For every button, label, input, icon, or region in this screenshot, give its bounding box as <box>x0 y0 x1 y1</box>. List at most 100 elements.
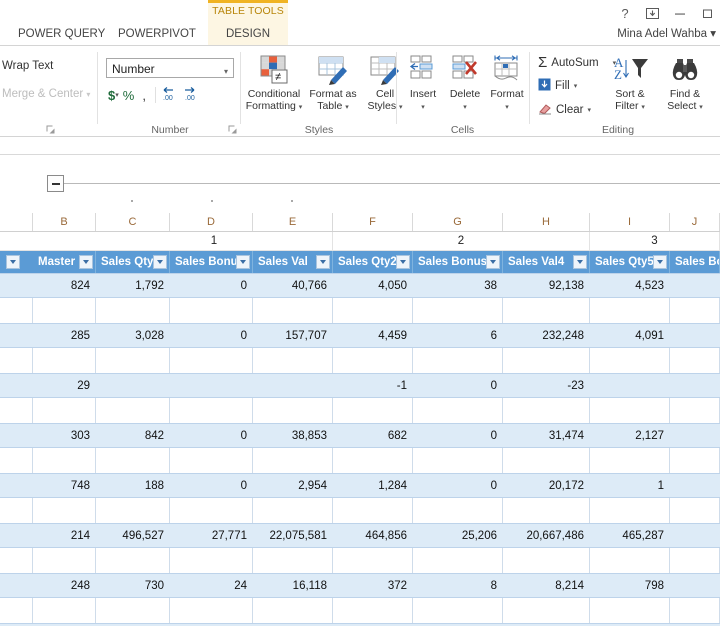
fill-button[interactable]: Fill ▾ <box>538 78 577 94</box>
table-cell[interactable] <box>503 448 590 473</box>
table-cell[interactable] <box>670 474 720 499</box>
table-cell[interactable]: 6 <box>413 324 503 349</box>
column-header-b[interactable]: B <box>33 213 96 231</box>
table-cell[interactable] <box>96 298 170 323</box>
merge-center-button[interactable]: Merge & Center ▾ <box>2 88 90 100</box>
table-cell[interactable]: 0 <box>170 274 253 299</box>
column-header-d[interactable]: D <box>170 213 253 231</box>
table-cell[interactable]: 0 <box>413 474 503 499</box>
table-row[interactable]: 748 188 0 2,954 1,284 0 20,172 1 <box>0 473 720 498</box>
table-cell[interactable] <box>413 598 503 623</box>
table-cell[interactable] <box>333 498 413 523</box>
table-cell[interactable] <box>670 598 720 623</box>
table-cell[interactable]: 248 <box>33 574 96 599</box>
table-cell[interactable] <box>670 548 720 573</box>
table-cell[interactable] <box>96 548 170 573</box>
table-cell[interactable] <box>590 598 670 623</box>
find-select-button[interactable]: Find & Select ▾ <box>658 50 712 114</box>
table-cell[interactable] <box>413 548 503 573</box>
table-cell[interactable]: 464,856 <box>333 524 413 549</box>
table-cell[interactable]: -1 <box>333 374 413 399</box>
comma-style-button[interactable]: , <box>138 88 150 103</box>
table-cell[interactable] <box>670 324 720 349</box>
table-row[interactable] <box>0 598 720 623</box>
table-cell[interactable]: 824 <box>33 274 96 299</box>
table-row[interactable]: 248 730 24 16,118 372 8 8,214 798 <box>0 573 720 598</box>
table-cell[interactable] <box>670 374 720 399</box>
clear-button[interactable]: Clear ▾ <box>538 102 591 118</box>
table-cell[interactable]: 798 <box>590 574 670 599</box>
table-cell[interactable]: 4,091 <box>590 324 670 349</box>
table-cell[interactable] <box>170 598 253 623</box>
currency-button[interactable]: $ <box>108 88 115 103</box>
table-cell[interactable]: 1,792 <box>96 274 170 299</box>
percent-style-button[interactable]: % <box>119 88 139 103</box>
table-row[interactable] <box>0 298 720 323</box>
table-cell[interactable]: 2,127 <box>590 424 670 449</box>
table-cell[interactable] <box>590 348 670 373</box>
table-cell[interactable]: 24 <box>170 574 253 599</box>
table-cell[interactable] <box>170 298 253 323</box>
table-cell[interactable]: 40,766 <box>253 274 333 299</box>
increase-decimal-icon[interactable]: .00 <box>161 86 183 104</box>
table-cell[interactable] <box>33 298 96 323</box>
table-row[interactable]: 824 1,792 0 40,766 4,050 38 92,138 4,523 <box>0 273 720 298</box>
table-cell[interactable] <box>590 298 670 323</box>
table-cell[interactable]: 27,771 <box>170 524 253 549</box>
column-header-h[interactable]: H <box>503 213 590 231</box>
table-cell[interactable]: 285 <box>33 324 96 349</box>
table-cell[interactable]: 3,028 <box>96 324 170 349</box>
table-cell[interactable] <box>96 498 170 523</box>
table-cell[interactable] <box>0 348 33 373</box>
tab-power-query[interactable]: POWER QUERY <box>18 28 105 40</box>
table-cell[interactable]: 372 <box>333 574 413 599</box>
table-cell[interactable]: 16,118 <box>253 574 333 599</box>
table-cell[interactable] <box>253 398 333 423</box>
column-header-c[interactable]: C <box>96 213 170 231</box>
table-cell[interactable]: 0 <box>170 424 253 449</box>
table-cell[interactable] <box>0 424 33 449</box>
table-cell[interactable] <box>33 548 96 573</box>
table-cell[interactable] <box>590 448 670 473</box>
tab-design[interactable]: DESIGN <box>208 28 288 40</box>
clear-caret-icon[interactable]: ▾ <box>587 106 591 114</box>
contextual-tab-table-tools[interactable]: TABLE TOOLS DESIGN <box>208 0 288 45</box>
table-cell[interactable] <box>670 574 720 599</box>
table-cell[interactable]: 25,206 <box>413 524 503 549</box>
table-cell[interactable] <box>413 298 503 323</box>
table-cell[interactable] <box>0 598 33 623</box>
table-cell[interactable] <box>503 348 590 373</box>
conditional-formatting-button[interactable]: ≠ Conditional Formatting ▾ <box>245 50 303 114</box>
fill-caret-icon[interactable]: ▾ <box>574 82 578 90</box>
group-number-cell-3[interactable]: 3 <box>590 232 720 250</box>
table-cell[interactable] <box>253 348 333 373</box>
table-cell[interactable]: 496,527 <box>96 524 170 549</box>
table-cell[interactable]: 303 <box>33 424 96 449</box>
table-cell[interactable] <box>33 448 96 473</box>
table-cell[interactable]: 92,138 <box>503 274 590 299</box>
table-cell[interactable] <box>413 398 503 423</box>
table-cell[interactable] <box>670 398 720 423</box>
table-cell[interactable] <box>96 598 170 623</box>
table-row[interactable] <box>0 348 720 373</box>
table-cell[interactable] <box>253 548 333 573</box>
filter-button[interactable] <box>486 255 500 269</box>
table-cell[interactable]: 1,284 <box>333 474 413 499</box>
table-cell[interactable] <box>96 374 170 399</box>
table-cell[interactable] <box>170 398 253 423</box>
table-cell[interactable] <box>0 398 33 423</box>
group-number-cell-2[interactable]: 2 <box>333 232 590 250</box>
table-cell[interactable] <box>333 348 413 373</box>
account-name[interactable]: Mina Adel Wahba ▾ <box>617 26 716 40</box>
filter-button[interactable] <box>153 255 167 269</box>
table-row[interactable]: 303 842 0 38,853 682 0 31,474 2,127 <box>0 423 720 448</box>
table-row[interactable]: 285 3,028 0 157,707 4,459 6 232,248 4,091 <box>0 323 720 348</box>
filter-button[interactable] <box>79 255 93 269</box>
table-cell[interactable] <box>170 374 253 399</box>
table-cell[interactable] <box>590 374 670 399</box>
insert-cells-button[interactable]: Insert ▾ <box>403 50 443 114</box>
table-row[interactable]: 29 -1 0 -23 <box>0 373 720 398</box>
filter-button[interactable] <box>573 255 587 269</box>
tab-powerpivot[interactable]: POWERPIVOT <box>118 28 196 40</box>
restore-icon[interactable] <box>702 8 716 19</box>
